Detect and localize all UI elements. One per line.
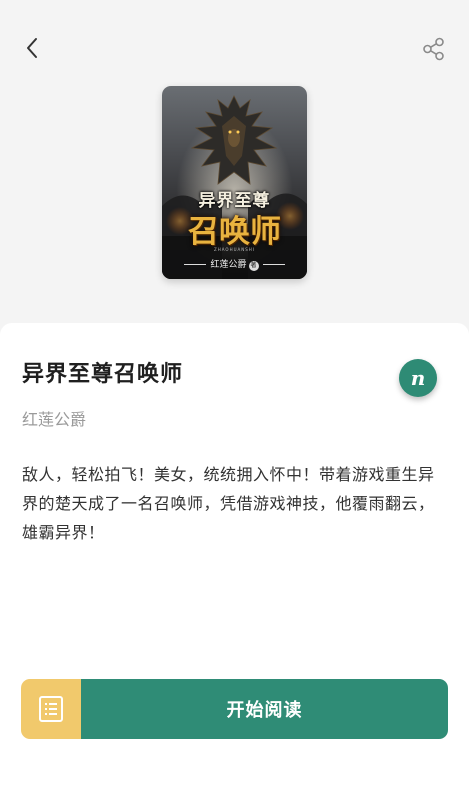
book-cover: 异界至尊 召唤师 ZHAOHUANSHI 红莲公爵著: [162, 86, 307, 279]
cover-subtitle: ZHAOHUANSHI: [214, 247, 255, 252]
catalog-button[interactable]: [21, 679, 81, 739]
divider: [262, 264, 285, 265]
share-button[interactable]: [420, 35, 448, 63]
catalog-list-icon: [39, 696, 63, 722]
divider: [184, 264, 207, 265]
cover-author-name: 红莲公爵: [210, 260, 247, 270]
cover-author-mark: 著: [248, 261, 259, 271]
cover-title-main: 召唤师: [188, 214, 281, 250]
share-icon: [423, 37, 444, 61]
book-info-card: 异界至尊召唤师 红莲公爵 n 敌人，轻松拍飞！美女，统统拥入怀中！带着游戏重生异…: [0, 323, 469, 804]
book-synopsis: 敌人，轻松拍飞！美女，统统拥入怀中！带着游戏重生异界的楚天成了一名召唤师，凭借游…: [22, 465, 435, 542]
logo-letter: n: [410, 366, 426, 390]
back-button[interactable]: [18, 34, 46, 62]
start-reading-button[interactable]: 开始阅读: [81, 679, 448, 739]
app-logo-badge[interactable]: n: [399, 359, 437, 397]
cover-author: 红莲公爵著: [162, 257, 307, 271]
author-name[interactable]: 红莲公爵: [22, 406, 86, 430]
book-title: 异界至尊召唤师: [22, 362, 184, 387]
chevron-left-icon: [27, 38, 37, 58]
book-header: 异界至尊 召唤师 ZHAOHUANSHI 红莲公爵著: [0, 0, 469, 340]
bottom-action-bar: 开始阅读: [21, 679, 448, 739]
